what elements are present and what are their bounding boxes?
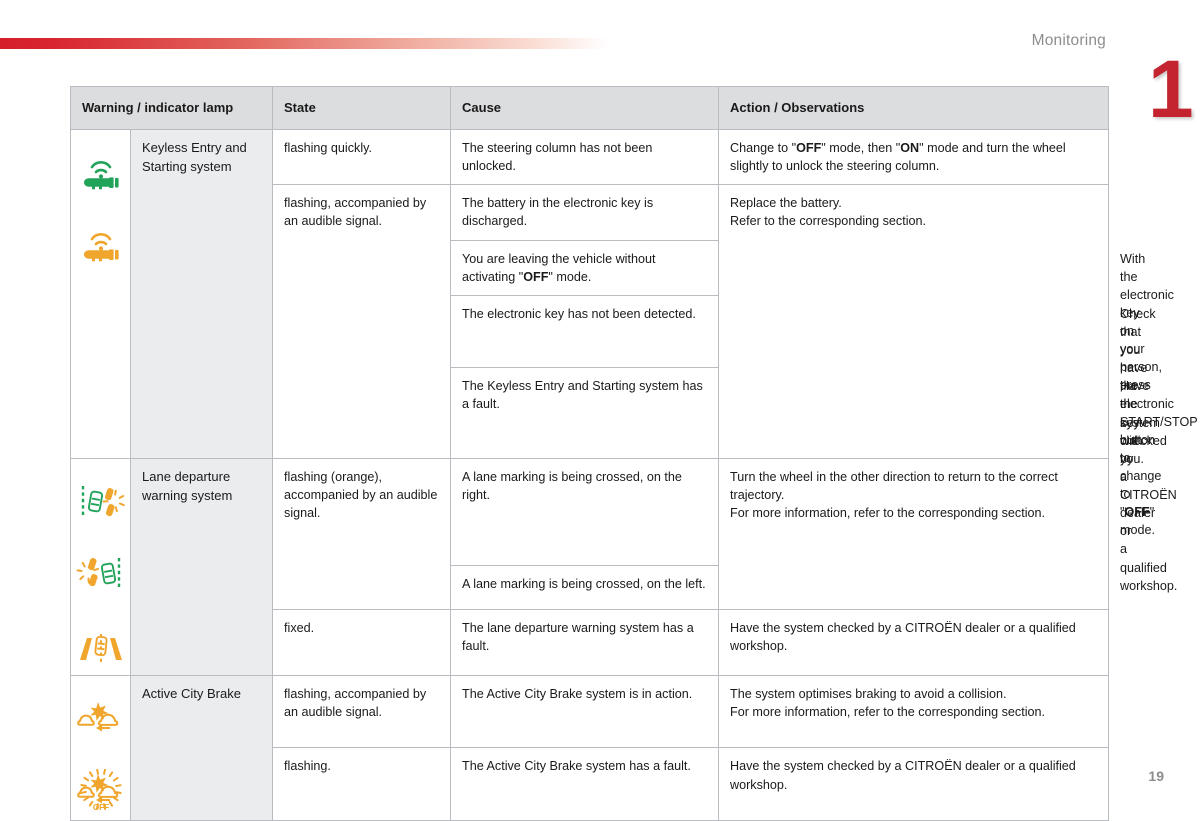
lane-departure-fault-icon [76,624,126,666]
cause-text: The electronic key has not been detected… [451,295,719,368]
table-body: Keyless Entry and Starting systemflashin… [71,130,1109,821]
active-city-brake-off-icon: OFF [76,769,126,811]
active-city-brake-icon [76,697,126,739]
column-header-cause: Cause [451,87,719,130]
lane-departure-left-icon [76,552,126,594]
indicator-lamp-icons [71,458,131,675]
cause-text: A lane marking is being crossed, on the … [451,566,719,610]
system-name: Keyless Entry and Starting system [131,130,273,459]
header-accent-rule [0,38,608,49]
page-number: 19 [1148,768,1164,784]
keyless-key-green-icon [76,151,126,193]
state-text: flashing. [273,748,451,821]
action-text: Have the system checked by a CITROËN dea… [719,748,1109,821]
cause-text: You are leaving the vehicle without acti… [451,240,719,295]
action-text: Turn the wheel in the other direction to… [719,458,1109,609]
state-text: fixed. [273,610,451,676]
column-header-warning-lamp: Warning / indicator lamp [71,87,273,130]
keyless-key-orange-icon [76,223,126,265]
table-header-row: Warning / indicator lamp State Cause Act… [71,87,1109,130]
cause-text: The Active City Brake system has a fault… [451,748,719,821]
action-text: The system optimises braking to avoid a … [719,675,1109,748]
system-name: Lane departure warning system [131,458,273,675]
cause-text: The battery in the electronic key is dis… [451,185,719,240]
cause-text: The Keyless Entry and Starting system ha… [451,368,719,459]
indicator-lamp-icons: OFF [71,675,131,820]
svg-text:OFF: OFF [93,803,109,811]
cause-text: The Active City Brake system is in actio… [451,675,719,748]
column-header-state: State [273,87,451,130]
action-text: Replace the battery.Refer to the corresp… [719,185,1109,459]
state-text: flashing quickly. [273,130,451,185]
section-title: Monitoring [1032,32,1106,50]
table-row: Lane departure warning systemflashing (o… [71,458,1109,565]
table-row: Keyless Entry and Starting systemflashin… [71,130,1109,185]
indicator-lamp-icons [71,130,131,459]
action-text: Change to "OFF" mode, then "ON" mode and… [719,130,1109,185]
lane-departure-right-icon [76,480,126,522]
warning-indicator-table: Warning / indicator lamp State Cause Act… [70,86,1109,821]
state-text: flashing, accompanied by an audible sign… [273,675,451,748]
state-text: flashing, accompanied by an audible sign… [273,185,451,459]
cause-text: The lane departure warning system has a … [451,610,719,676]
state-text: flashing (orange), accompanied by an aud… [273,458,451,609]
cause-text: A lane marking is being crossed, on the … [451,458,719,565]
chapter-tab-number: 1 [1148,57,1178,129]
cause-text: The steering column has not been unlocke… [451,130,719,185]
table-row: OFFActive City Brakeflashing, accompanie… [71,675,1109,748]
action-text: Have the system checked by a CITROËN dea… [719,610,1109,676]
column-header-action: Action / Observations [719,87,1109,130]
system-name: Active City Brake [131,675,273,820]
